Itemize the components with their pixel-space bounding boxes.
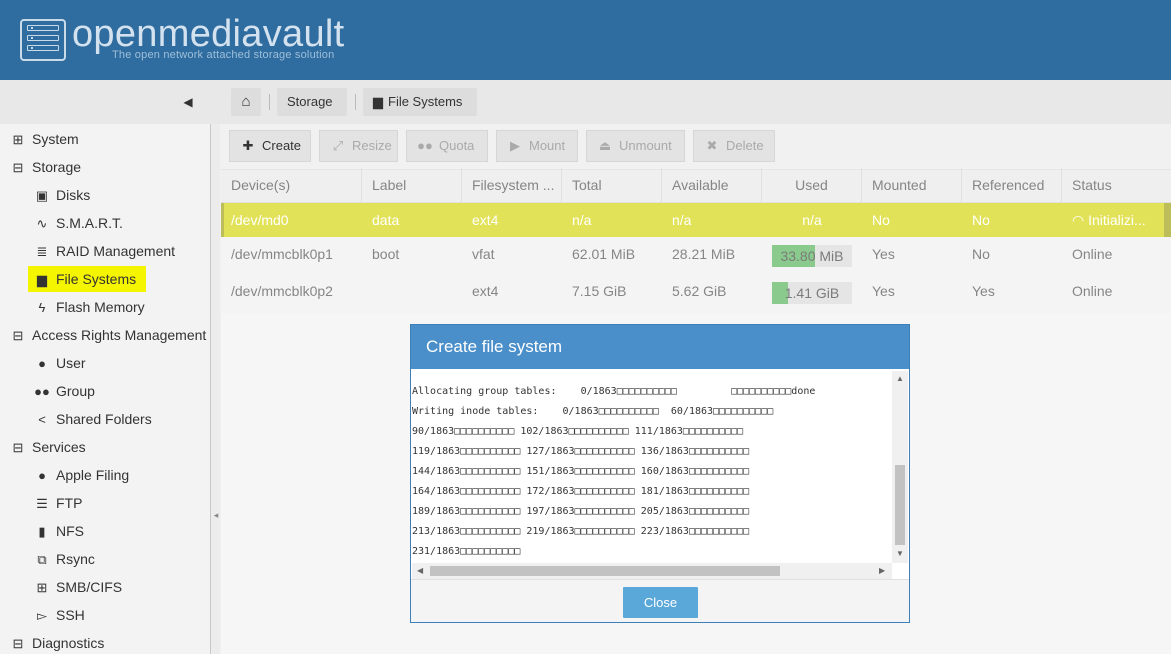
terminal-icon: ▻ — [37, 608, 47, 624]
sidebar-item-user[interactable]: ● User — [34, 352, 86, 374]
sidebar-item-apple-filing[interactable]: ● Apple Filing — [34, 464, 129, 486]
pulse-icon: ∿ — [36, 216, 48, 232]
breadcrumb-separator — [355, 94, 356, 110]
scroll-right-icon[interactable]: ▶ — [879, 566, 885, 576]
log-line: Writing inode tables: 0/1863□□□□□□□□□□ 6… — [412, 406, 774, 417]
sidebar-item-group[interactable]: ●● Group — [34, 380, 95, 402]
sidebar-item-smb-cifs[interactable]: ⊞ SMB/CIFS — [34, 576, 123, 598]
sidebar-item-ftp[interactable]: ☰ FTP — [34, 492, 82, 514]
mount-button[interactable]: ▶ Mount — [496, 130, 578, 162]
play-icon: ▶ — [510, 138, 520, 153]
resize-icon: ⤢ — [332, 138, 344, 153]
sidebar-item-system[interactable]: ⊞ System — [10, 128, 79, 150]
dialog-title: Create file system — [411, 325, 909, 369]
navigation-sidebar: ⊞ System ⊟ Storage ▣ Disks ∿ S.M.A.R.T. ≣ RAI… — [0, 124, 211, 654]
close-icon: ✖ — [706, 138, 718, 153]
log-line: 119/1863□□□□□□□□□□ 127/1863□□□□□□□□□□ 13… — [412, 446, 750, 457]
breadcrumb-file-systems[interactable]: ▆ File Systems — [363, 88, 477, 116]
vertical-scroll-thumb[interactable] — [895, 465, 905, 545]
collapse-minus-icon[interactable]: ⊟ — [10, 157, 26, 179]
horizontal-scrollbar[interactable]: ◀ ▶ — [412, 563, 892, 579]
group-icon: ●● — [34, 384, 50, 400]
home-icon: ⌂ — [241, 93, 251, 110]
disk-icon: ▣ — [35, 188, 49, 204]
sidebar-item-nfs[interactable]: ▮ NFS — [34, 520, 84, 542]
sidebar-splitter[interactable] — [211, 124, 220, 654]
delete-button[interactable]: ✖ Delete — [693, 130, 775, 162]
breadcrumb-storage[interactable]: Storage — [277, 88, 347, 116]
plus-icon: ✚ — [242, 138, 254, 153]
sidebar-item-smart[interactable]: ∿ S.M.A.R.T. — [34, 212, 123, 234]
folder-icon: ▆ — [373, 94, 383, 109]
log-line: 213/1863□□□□□□□□□□ 219/1863□□□□□□□□□□ 22… — [412, 526, 750, 537]
close-button[interactable]: Close — [623, 587, 698, 618]
rsync-icon: ⧉ — [37, 552, 47, 568]
create-file-system-dialog: Create file system Allocating group tabl… — [410, 324, 910, 623]
user-icon: ● — [38, 356, 46, 372]
collapse-minus-icon[interactable]: ⊟ — [10, 437, 26, 459]
resize-button[interactable]: ⤢ Resize — [319, 130, 398, 162]
scroll-down-icon[interactable]: ▼ — [896, 549, 904, 559]
quota-button[interactable]: ●● Quota — [406, 130, 488, 162]
folder-icon: ▆ — [37, 272, 47, 288]
log-line: 164/1863□□□□□□□□□□ 172/1863□□□□□□□□□□ 18… — [412, 486, 750, 497]
sidebar-item-shared-folders[interactable]: < Shared Folders — [34, 408, 152, 430]
collapse-sidebar-icon[interactable]: ◀ — [180, 93, 196, 111]
sidebar-item-services[interactable]: ⊟ Services — [10, 436, 86, 458]
windows-icon: ⊞ — [36, 580, 48, 596]
log-line: 189/1863□□□□□□□□□□ 197/1863□□□□□□□□□□ 20… — [412, 506, 750, 517]
log-output[interactable]: Allocating group tables: 0/1863□□□□□□□□□… — [412, 371, 892, 563]
breadcrumb-separator — [269, 94, 270, 110]
app-header: openmediavault The open network attached… — [0, 0, 1171, 80]
log-line: 231/1863□□□□□□□□□□ — [412, 546, 521, 557]
log-line: Allocating group tables: 0/1863□□□□□□□□□… — [412, 386, 816, 397]
splitter-collapse-icon[interactable]: ◂ — [212, 505, 220, 525]
sidebar-item-diagnostics[interactable]: ⊟ Diagnostics — [10, 632, 105, 654]
apple-icon: ● — [38, 468, 46, 484]
sidebar-item-disks[interactable]: ▣ Disks — [34, 184, 90, 206]
create-button[interactable]: ✚ Create — [229, 130, 311, 162]
collapse-minus-icon[interactable]: ⊟ — [10, 633, 26, 654]
breadcrumb-home[interactable]: ⌂ — [231, 88, 261, 116]
share-icon: < — [38, 412, 46, 428]
log-line: 90/1863□□□□□□□□□□ 102/1863□□□□□□□□□□ 111… — [412, 426, 744, 437]
dialog-footer: Close — [411, 579, 909, 622]
sidebar-item-flash-memory[interactable]: ϟ Flash Memory — [34, 296, 145, 318]
app-subtitle: The open network attached storage soluti… — [112, 49, 335, 61]
sidebar-item-rsync[interactable]: ⧉ Rsync — [34, 548, 95, 570]
sidebar-item-file-systems[interactable]: ▆ File Systems — [28, 266, 147, 292]
users-icon: ●● — [417, 138, 433, 153]
unmount-button[interactable]: ⏏ Unmount — [586, 130, 685, 162]
sidebar-item-ssh[interactable]: ▻ SSH — [34, 604, 85, 626]
collapse-minus-icon[interactable]: ⊟ — [10, 325, 26, 347]
scroll-up-icon[interactable]: ▲ — [896, 374, 904, 384]
vertical-scrollbar[interactable]: ▲ ▼ — [892, 371, 908, 563]
database-icon: ≣ — [36, 244, 48, 260]
sidebar-item-access-rights-management[interactable]: ⊟ Access Rights Management — [10, 324, 207, 347]
sidebar-item-raid-management[interactable]: ≣ RAID Management — [34, 240, 176, 262]
log-line: 144/1863□□□□□□□□□□ 151/1863□□□□□□□□□□ 16… — [412, 466, 750, 477]
sidebar-item-storage[interactable]: ⊟ Storage — [10, 156, 82, 179]
expand-plus-icon[interactable]: ⊞ — [10, 129, 26, 151]
eject-icon: ⏏ — [598, 138, 612, 153]
server-icon: ☰ — [36, 496, 48, 512]
breadcrumb-bar — [0, 80, 1171, 124]
horizontal-scroll-thumb[interactable] — [430, 566, 780, 576]
openmediavault-logo-icon — [20, 19, 66, 61]
nfs-icon: ▮ — [38, 524, 46, 540]
scroll-left-icon[interactable]: ◀ — [417, 566, 423, 576]
lightning-icon: ϟ — [38, 300, 46, 316]
